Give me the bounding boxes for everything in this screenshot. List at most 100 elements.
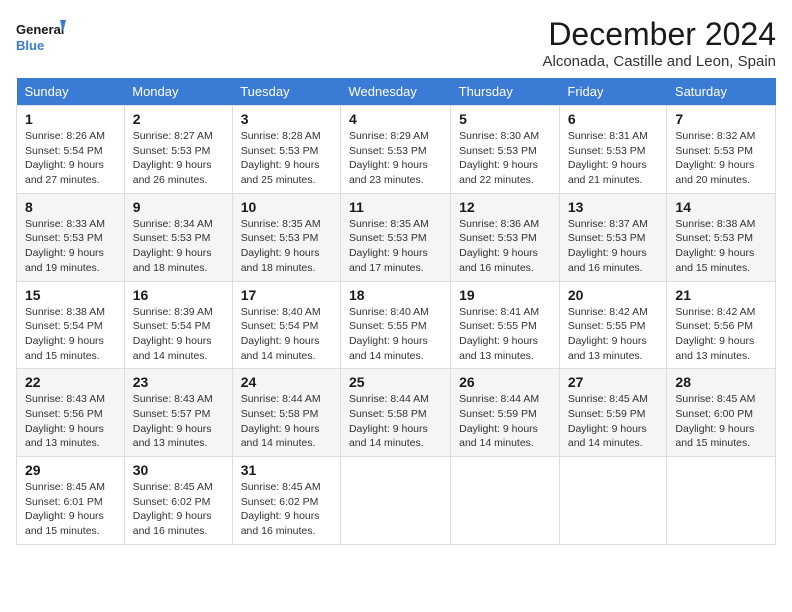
calendar-cell: 30 Sunrise: 8:45 AM Sunset: 6:02 PM Dayli… <box>124 457 232 545</box>
calendar-cell: 26Sunrise: 8:44 AM Sunset: 5:59 PM Dayli… <box>451 369 560 457</box>
day-info: Sunrise: 8:38 AM Sunset: 5:54 PM Dayligh… <box>25 306 105 362</box>
day-number: 20 <box>568 287 659 303</box>
day-info: Sunrise: 8:40 AM Sunset: 5:54 PM Dayligh… <box>241 306 321 362</box>
day-info: Sunrise: 8:35 AM Sunset: 5:53 PM Dayligh… <box>241 218 321 274</box>
day-number: 10 <box>241 199 332 215</box>
calendar-cell: 21 Sunrise: 8:42 AM Sunset: 5:56 PM Dayli… <box>667 281 776 369</box>
calendar-cell: 14Sunrise: 8:38 AM Sunset: 5:53 PM Dayli… <box>667 193 776 281</box>
logo-svg: General Blue <box>16 16 66 56</box>
calendar-week-5: 29 Sunrise: 8:45 AM Sunset: 6:01 PM Dayli… <box>17 457 776 545</box>
col-monday: Monday <box>124 78 232 106</box>
day-number: 1 <box>25 111 116 127</box>
day-info: Sunrise: 8:40 AM Sunset: 5:55 PM Dayligh… <box>349 306 429 362</box>
calendar-cell: 9 Sunrise: 8:34 AM Sunset: 5:53 PM Daylig… <box>124 193 232 281</box>
calendar-cell: 1 Sunrise: 8:26 AM Sunset: 5:54 PM Daylig… <box>17 106 125 194</box>
day-info: Sunrise: 8:29 AM Sunset: 5:53 PM Dayligh… <box>349 130 429 186</box>
day-info: Sunrise: 8:42 AM Sunset: 5:55 PM Dayligh… <box>568 306 648 362</box>
day-info: Sunrise: 8:45 AM Sunset: 6:01 PM Dayligh… <box>25 481 105 537</box>
calendar-cell: 4 Sunrise: 8:29 AM Sunset: 5:53 PM Daylig… <box>340 106 450 194</box>
day-info: Sunrise: 8:33 AM Sunset: 5:53 PM Dayligh… <box>25 218 105 274</box>
calendar-cell: 2 Sunrise: 8:27 AM Sunset: 5:53 PM Daylig… <box>124 106 232 194</box>
day-info: Sunrise: 8:28 AM Sunset: 5:53 PM Dayligh… <box>241 130 321 186</box>
day-number: 26 <box>459 374 551 390</box>
calendar-cell <box>667 457 776 545</box>
day-info: Sunrise: 8:30 AM Sunset: 5:53 PM Dayligh… <box>459 130 539 186</box>
calendar-table: Sunday Monday Tuesday Wednesday Thursday… <box>16 78 776 545</box>
calendar-cell: 24 Sunrise: 8:44 AM Sunset: 5:58 PM Dayli… <box>232 369 340 457</box>
day-number: 11 <box>349 199 442 215</box>
day-number: 23 <box>133 374 224 390</box>
day-info: Sunrise: 8:44 AM Sunset: 5:58 PM Dayligh… <box>349 393 429 449</box>
day-number: 6 <box>568 111 659 127</box>
day-number: 22 <box>25 374 116 390</box>
calendar-header: Sunday Monday Tuesday Wednesday Thursday… <box>17 78 776 106</box>
day-number: 28 <box>675 374 767 390</box>
calendar-cell: 10 Sunrise: 8:35 AM Sunset: 5:53 PM Dayli… <box>232 193 340 281</box>
page-title: December 2024 <box>543 16 777 53</box>
day-number: 13 <box>568 199 659 215</box>
col-saturday: Saturday <box>667 78 776 106</box>
title-block: December 2024 Alconada, Castille and Leo… <box>543 16 777 70</box>
col-sunday: Sunday <box>17 78 125 106</box>
day-number: 15 <box>25 287 116 303</box>
day-number: 2 <box>133 111 224 127</box>
day-number: 3 <box>241 111 332 127</box>
calendar-cell: 20 Sunrise: 8:42 AM Sunset: 5:55 PM Dayli… <box>559 281 667 369</box>
day-info: Sunrise: 8:43 AM Sunset: 5:57 PM Dayligh… <box>133 393 213 449</box>
page-subtitle: Alconada, Castille and Leon, Spain <box>543 53 777 70</box>
svg-text:Blue: Blue <box>16 38 44 53</box>
day-info: Sunrise: 8:27 AM Sunset: 5:53 PM Dayligh… <box>133 130 213 186</box>
calendar-cell: 13 Sunrise: 8:37 AM Sunset: 5:53 PM Dayli… <box>559 193 667 281</box>
col-wednesday: Wednesday <box>340 78 450 106</box>
col-friday: Friday <box>559 78 667 106</box>
calendar-cell: 15 Sunrise: 8:38 AM Sunset: 5:54 PM Dayli… <box>17 281 125 369</box>
day-info: Sunrise: 8:45 AM Sunset: 6:00 PM Dayligh… <box>675 393 755 449</box>
day-number: 31 <box>241 462 332 478</box>
day-info: Sunrise: 8:45 AM Sunset: 6:02 PM Dayligh… <box>241 481 321 537</box>
calendar-cell: 22 Sunrise: 8:43 AM Sunset: 5:56 PM Dayli… <box>17 369 125 457</box>
day-info: Sunrise: 8:26 AM Sunset: 5:54 PM Dayligh… <box>25 130 105 186</box>
calendar-cell: 25 Sunrise: 8:44 AM Sunset: 5:58 PM Dayli… <box>340 369 450 457</box>
day-number: 18 <box>349 287 442 303</box>
calendar-cell: 19Sunrise: 8:41 AM Sunset: 5:55 PM Dayli… <box>451 281 560 369</box>
calendar-week-4: 22 Sunrise: 8:43 AM Sunset: 5:56 PM Dayli… <box>17 369 776 457</box>
day-info: Sunrise: 8:35 AM Sunset: 5:53 PM Dayligh… <box>349 218 429 274</box>
calendar-cell <box>340 457 450 545</box>
calendar-week-1: 1 Sunrise: 8:26 AM Sunset: 5:54 PM Daylig… <box>17 106 776 194</box>
day-info: Sunrise: 8:45 AM Sunset: 6:02 PM Dayligh… <box>133 481 213 537</box>
day-number: 8 <box>25 199 116 215</box>
day-number: 30 <box>133 462 224 478</box>
day-number: 24 <box>241 374 332 390</box>
day-info: Sunrise: 8:44 AM Sunset: 5:58 PM Dayligh… <box>241 393 321 449</box>
day-number: 29 <box>25 462 116 478</box>
day-number: 21 <box>675 287 767 303</box>
day-number: 19 <box>459 287 551 303</box>
calendar-week-2: 8 Sunrise: 8:33 AM Sunset: 5:53 PM Daylig… <box>17 193 776 281</box>
calendar-week-3: 15 Sunrise: 8:38 AM Sunset: 5:54 PM Dayli… <box>17 281 776 369</box>
day-number: 5 <box>459 111 551 127</box>
day-number: 7 <box>675 111 767 127</box>
day-info: Sunrise: 8:31 AM Sunset: 5:53 PM Dayligh… <box>568 130 648 186</box>
day-number: 16 <box>133 287 224 303</box>
calendar-cell: 5 Sunrise: 8:30 AM Sunset: 5:53 PM Daylig… <box>451 106 560 194</box>
day-info: Sunrise: 8:36 AM Sunset: 5:53 PM Dayligh… <box>459 218 539 274</box>
day-info: Sunrise: 8:42 AM Sunset: 5:56 PM Dayligh… <box>675 306 755 362</box>
calendar-cell: 8 Sunrise: 8:33 AM Sunset: 5:53 PM Daylig… <box>17 193 125 281</box>
calendar-cell: 31 Sunrise: 8:45 AM Sunset: 6:02 PM Dayli… <box>232 457 340 545</box>
day-info: Sunrise: 8:43 AM Sunset: 5:56 PM Dayligh… <box>25 393 105 449</box>
day-info: Sunrise: 8:37 AM Sunset: 5:53 PM Dayligh… <box>568 218 648 274</box>
day-info: Sunrise: 8:34 AM Sunset: 5:53 PM Dayligh… <box>133 218 213 274</box>
calendar-cell: 28 Sunrise: 8:45 AM Sunset: 6:00 PM Dayli… <box>667 369 776 457</box>
svg-text:General: General <box>16 22 64 37</box>
calendar-cell: 3 Sunrise: 8:28 AM Sunset: 5:53 PM Daylig… <box>232 106 340 194</box>
calendar-cell <box>559 457 667 545</box>
day-number: 4 <box>349 111 442 127</box>
calendar-cell <box>451 457 560 545</box>
day-info: Sunrise: 8:39 AM Sunset: 5:54 PM Dayligh… <box>133 306 213 362</box>
day-number: 9 <box>133 199 224 215</box>
day-number: 17 <box>241 287 332 303</box>
calendar-cell: 18 Sunrise: 8:40 AM Sunset: 5:55 PM Dayli… <box>340 281 450 369</box>
calendar-cell: 6 Sunrise: 8:31 AM Sunset: 5:53 PM Daylig… <box>559 106 667 194</box>
calendar-cell: 12Sunrise: 8:36 AM Sunset: 5:53 PM Dayli… <box>451 193 560 281</box>
day-number: 25 <box>349 374 442 390</box>
